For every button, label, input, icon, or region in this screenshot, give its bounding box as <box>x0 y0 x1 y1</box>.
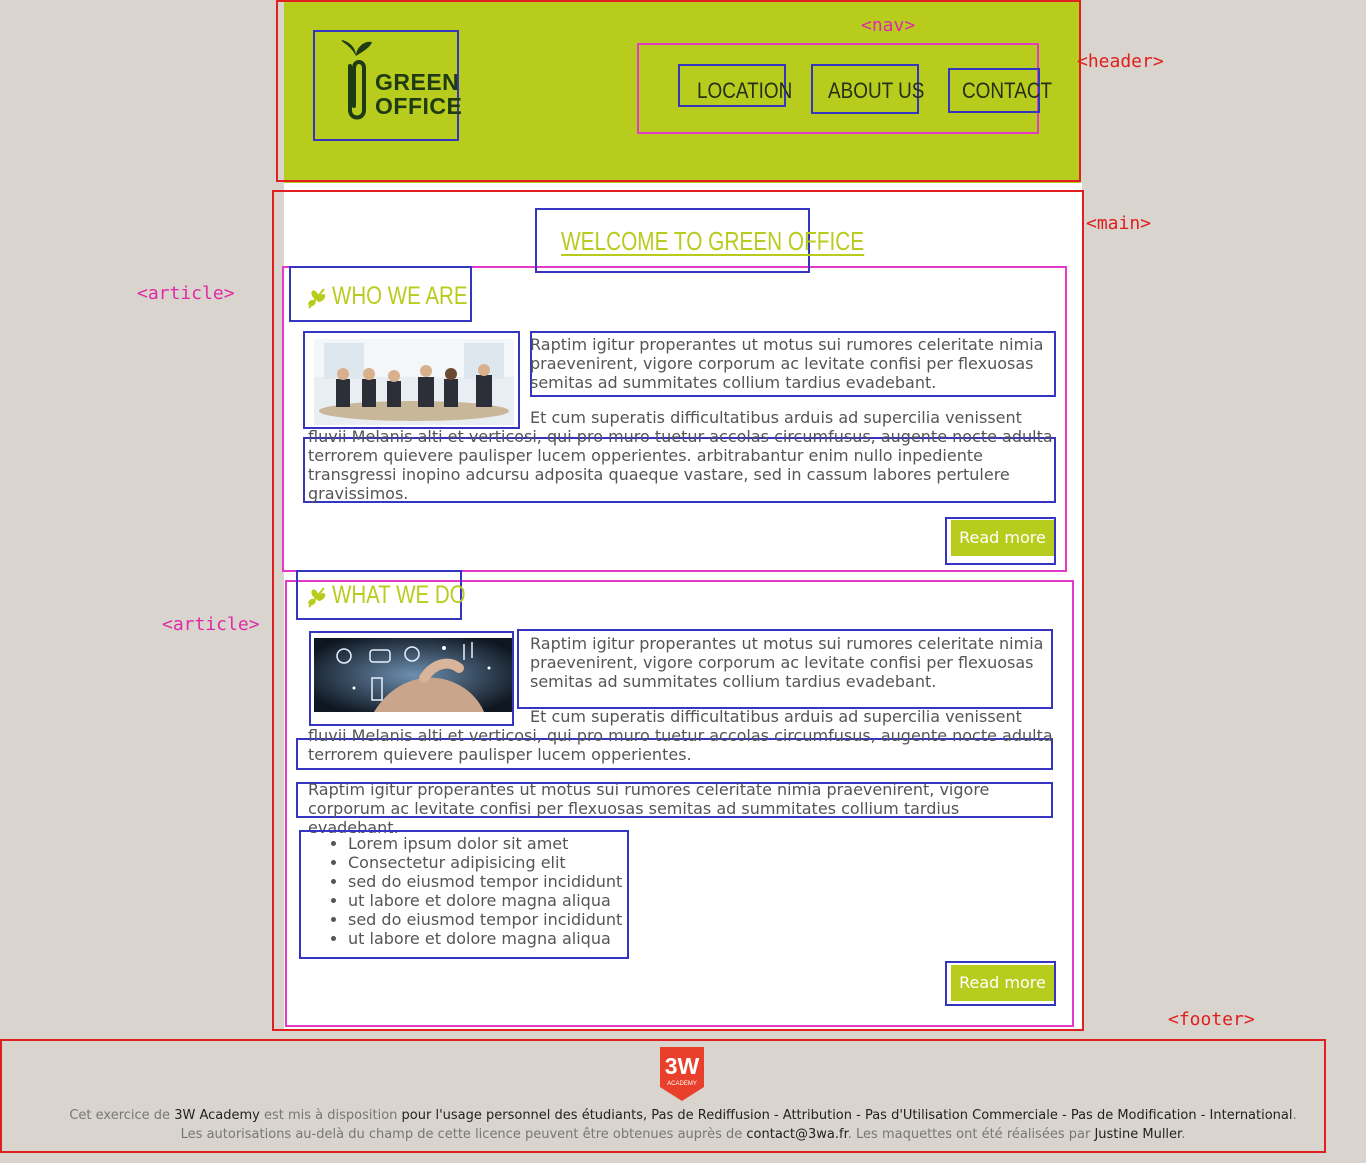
list-item: Lorem ipsum dolor sit amet <box>348 834 628 853</box>
leaf-icon <box>306 286 328 310</box>
nav-location-link[interactable]: LOCATION <box>697 78 792 104</box>
article-2-title: WHAT WE DO <box>332 581 466 609</box>
footer-license-line-1: Cet exercice de 3W Academy est mis à dis… <box>69 1108 1297 1123</box>
license-link[interactable]: pour l'usage personnel des étudiants, Pa… <box>402 1108 1293 1123</box>
footer-annotation: <footer> <box>1168 1009 1255 1030</box>
article-annotation-1: <article> <box>137 283 235 304</box>
feature-list: Lorem ipsum dolor sit amet Consectetur a… <box>300 834 628 948</box>
paperclip-leaf-icon <box>336 38 376 128</box>
leaf-icon <box>306 585 328 609</box>
article-1-paragraph-2: Et cum superatis difficultatibus arduis … <box>308 408 1053 503</box>
page-title: WELCOME TO GREEN OFFICE <box>561 226 865 256</box>
article-2-paragraph-2: Et cum superatis difficultatibus arduis … <box>308 707 1053 764</box>
nav-annotation: <nav> <box>861 15 916 36</box>
digital-touch-image <box>314 638 512 712</box>
read-more-button[interactable]: Read more <box>951 520 1054 556</box>
logo-text-line2: OFFICE <box>375 93 463 119</box>
list-item: sed do eiusmod tempor incididunt <box>348 872 628 891</box>
logo-text-line1: GREEN <box>375 69 460 95</box>
list-item: sed do eiusmod tempor incididunt <box>348 910 628 929</box>
svg-text:ACADEMY: ACADEMY <box>667 1081 697 1087</box>
article-annotation-2: <article> <box>162 614 260 635</box>
article-2-paragraph-1: Raptim igitur properantes ut motus sui r… <box>530 634 1044 691</box>
article-2-paragraph-3: Raptim igitur properantes ut motus sui r… <box>308 780 990 837</box>
nav-about-link[interactable]: ABOUT US <box>828 78 924 104</box>
nav-contact-link[interactable]: CONTACT <box>962 78 1052 104</box>
header-annotation: <header> <box>1077 51 1164 72</box>
article-1-paragraph-1: Raptim igitur properantes ut motus sui r… <box>530 335 1044 392</box>
contact-email-link[interactable]: contact@3wa.fr <box>746 1127 847 1142</box>
main-annotation: <main> <box>1086 213 1152 234</box>
read-more-button[interactable]: Read more <box>951 965 1054 1001</box>
list-item: Consectetur adipisicing elit <box>348 853 628 872</box>
list-item: ut labore et dolore magna aliqua <box>348 891 628 910</box>
author-link[interactable]: Justine Muller <box>1094 1127 1181 1142</box>
3w-academy-link[interactable]: 3W Academy <box>174 1108 260 1123</box>
footer-license-line-2: Les autorisations au-delà du champ de ce… <box>180 1127 1186 1142</box>
3w-academy-logo: 3W ACADEMY <box>658 1047 706 1101</box>
svg-text:3W: 3W <box>665 1053 700 1079</box>
article-1-title: WHO WE ARE <box>332 282 468 310</box>
list-item: ut labore et dolore magna aliqua <box>348 929 628 948</box>
